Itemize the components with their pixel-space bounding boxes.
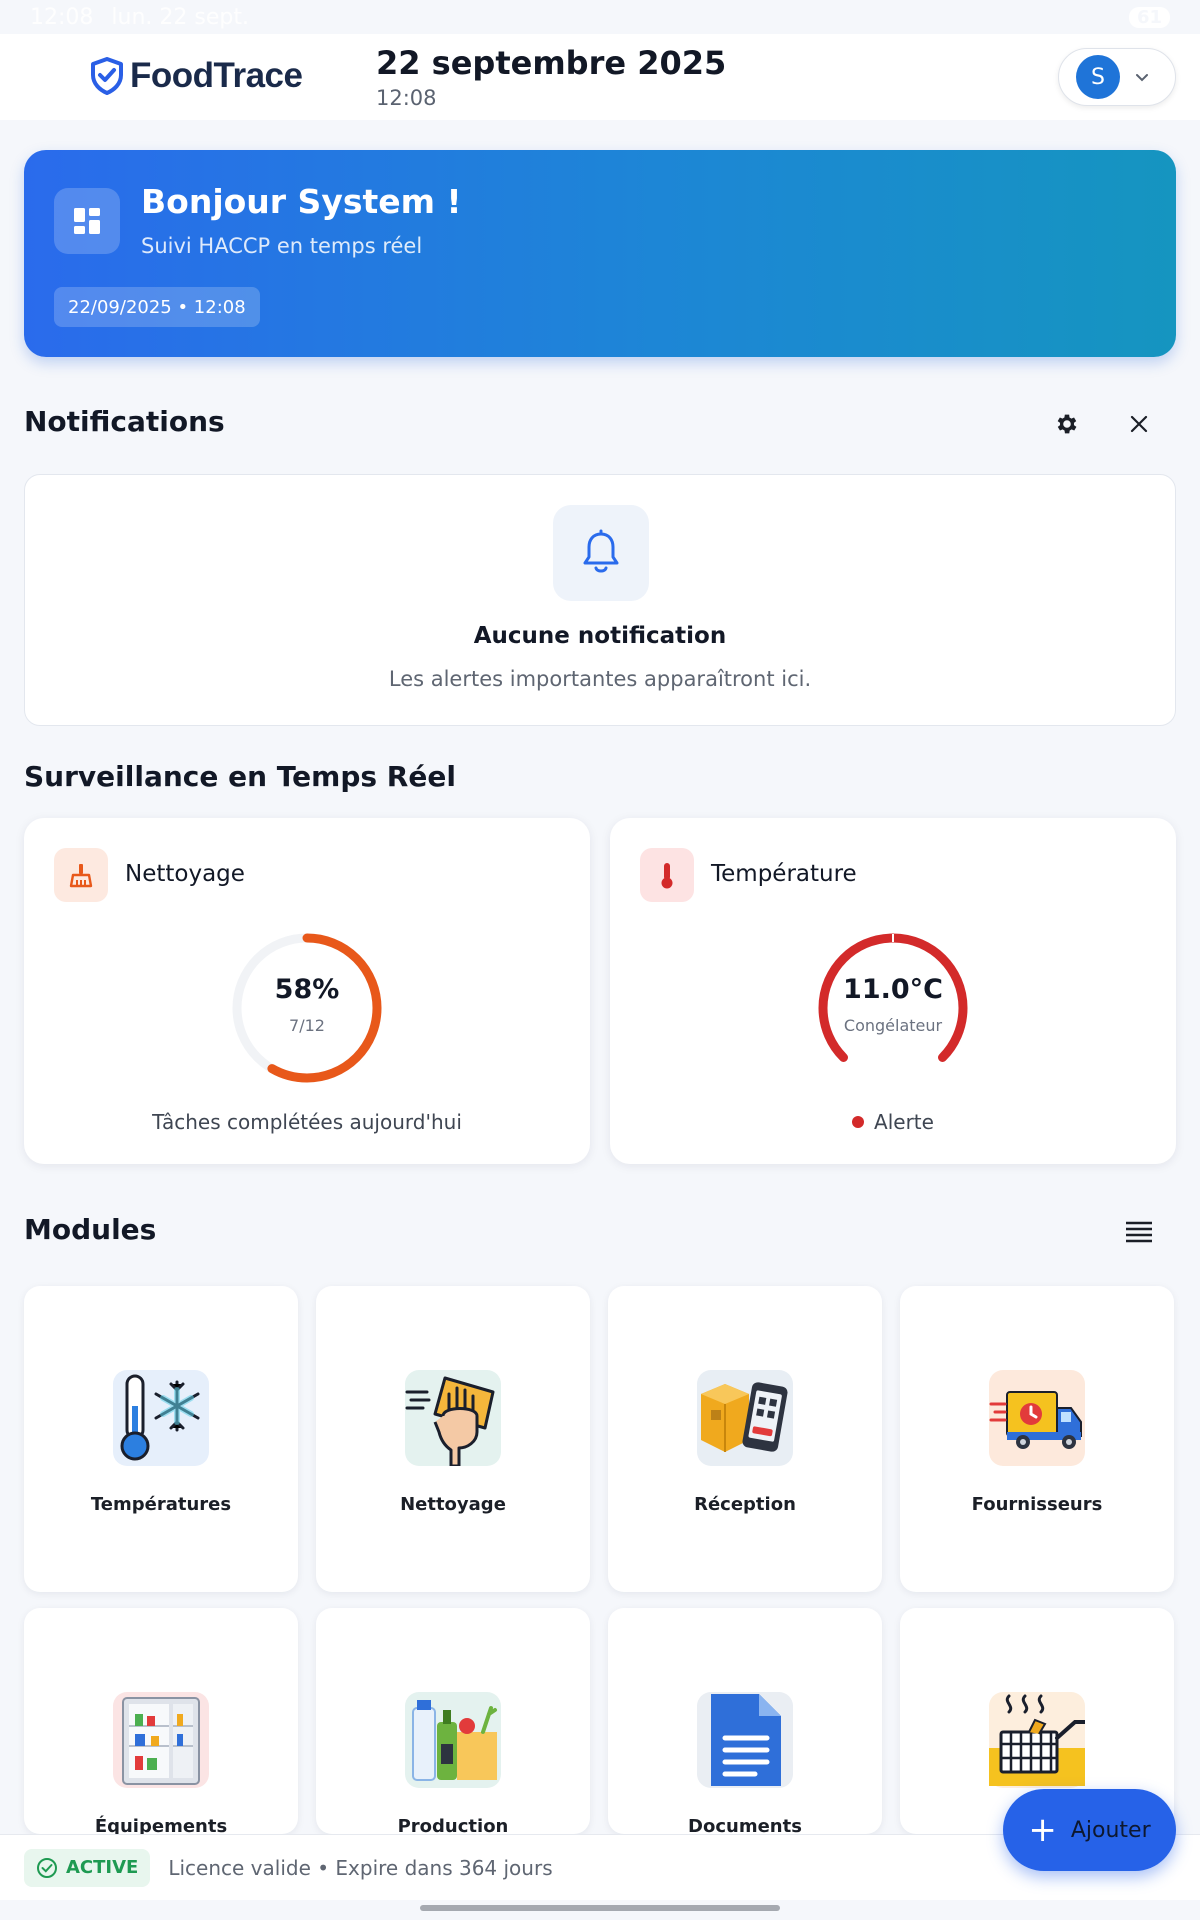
check-circle-icon — [37, 1857, 57, 1878]
temperature-monitor-title: Température — [711, 861, 857, 887]
battery-indicator: 61 — [1128, 6, 1170, 28]
module-label: Documents — [688, 1816, 802, 1834]
module-fournisseurs[interactable]: Fournisseurs — [900, 1286, 1174, 1592]
cleaning-count: 7/12 — [289, 1016, 325, 1035]
licence-status-badge: ACTIVE — [24, 1848, 151, 1887]
delivery-truck-icon — [989, 1370, 1085, 1466]
cleaning-footer: Tâches complétées aujourd'hui — [152, 1110, 462, 1134]
module-nettoyage[interactable]: Nettoyage — [316, 1286, 590, 1592]
close-notifications-button[interactable] — [1117, 402, 1161, 446]
status-bar: 12:08 lun. 22 sept. 61 — [0, 0, 1200, 34]
welcome-banner: Bonjour System ! Suivi HACCP en temps ré… — [24, 150, 1176, 357]
header-date: 22 septembre 2025 12:08 — [376, 44, 726, 110]
temperature-location: Congélateur — [843, 1016, 943, 1035]
monitoring-title: Surveillance en Temps Réel — [24, 760, 456, 793]
empty-notifications-title: Aucune notification — [473, 623, 727, 649]
module-label: Production — [397, 1816, 509, 1834]
groceries-icon — [405, 1692, 501, 1788]
cleaning-monitor-card[interactable]: Nettoyage 58% 7/12 Tâches complétées auj… — [24, 818, 590, 1164]
notifications-empty-card: Aucune notification Les alertes importan… — [24, 474, 1176, 726]
reception-box-phone-icon — [697, 1370, 793, 1466]
brand-logo[interactable]: FoodTrace — [90, 56, 303, 96]
module-equipements[interactable]: Équipements — [24, 1608, 298, 1834]
temperature-status: Alerte — [610, 1110, 1176, 1134]
datetime-chip: 22/09/2025 • 12:08 — [54, 287, 260, 327]
licence-status: ACTIVE — [66, 1857, 139, 1878]
brand-name: FoodTrace — [130, 56, 303, 95]
module-temperatures[interactable]: Températures — [24, 1286, 298, 1592]
broom-icon — [54, 848, 108, 902]
welcome-subtitle: Suivi HACCP en temps réel — [141, 234, 423, 258]
fridge-icon — [113, 1692, 209, 1788]
module-label: Nettoyage — [400, 1494, 506, 1515]
module-reception[interactable]: Réception — [608, 1286, 882, 1592]
header-time: 12:08 — [376, 86, 437, 110]
module-label: Fournisseurs — [971, 1494, 1103, 1515]
modules-title: Modules — [24, 1213, 157, 1246]
chevron-down-icon — [1136, 74, 1148, 82]
module-label: Réception — [694, 1494, 796, 1515]
status-time: 12:08 — [30, 4, 94, 30]
thermometer-snowflake-icon — [113, 1370, 209, 1466]
licence-text: Licence valide • Expire dans 364 jours — [168, 1855, 553, 1880]
notification-settings-button[interactable] — [1045, 402, 1089, 446]
temperature-value: 11.0°C — [843, 974, 943, 1005]
bell-icon — [553, 505, 649, 601]
shield-check-icon — [91, 57, 123, 95]
home-indicator[interactable] — [420, 1905, 780, 1911]
alert-dot — [852, 1115, 865, 1128]
temperature-gauge: 11.0°C Congélateur — [813, 928, 973, 1088]
module-production[interactable]: Production — [316, 1608, 590, 1834]
list-view-icon — [1126, 1221, 1152, 1243]
plus-icon: + — [1028, 1810, 1057, 1850]
temperature-status-label: Alerte — [874, 1110, 934, 1134]
empty-notifications-subtitle: Les alertes importantes apparaîtront ici… — [388, 667, 812, 691]
avatar: S — [1076, 55, 1120, 99]
fryer-icon — [989, 1692, 1085, 1788]
cleaning-hand-icon — [405, 1370, 501, 1466]
notifications-title: Notifications — [24, 405, 225, 438]
thermometer-icon — [640, 848, 694, 902]
user-menu-button[interactable]: S — [1058, 48, 1176, 106]
module-label: Équipements — [94, 1816, 228, 1834]
add-button[interactable]: + Ajouter — [1003, 1789, 1176, 1871]
module-label: Températures — [90, 1494, 232, 1515]
cleaning-percent: 58% — [274, 974, 340, 1005]
document-icon — [697, 1692, 793, 1788]
temperature-monitor-card[interactable]: Température 11.0°C Congélateur Alerte — [610, 818, 1176, 1164]
add-button-label: Ajouter — [1070, 1817, 1151, 1843]
dashboard-icon — [54, 188, 120, 254]
app-header: FoodTrace 22 septembre 2025 12:08 S — [0, 34, 1200, 120]
header-date-main: 22 septembre 2025 — [376, 44, 727, 82]
status-date: lun. 22 sept. — [111, 4, 249, 30]
cleaning-monitor-title: Nettoyage — [125, 861, 245, 887]
welcome-title: Bonjour System ! — [141, 182, 462, 221]
cleaning-progress-ring: 58% 7/12 — [227, 928, 387, 1088]
module-documents[interactable]: Documents — [608, 1608, 882, 1834]
gear-icon — [1057, 414, 1077, 434]
close-icon — [1130, 415, 1148, 433]
modules-list-view-button[interactable] — [1117, 1210, 1161, 1254]
